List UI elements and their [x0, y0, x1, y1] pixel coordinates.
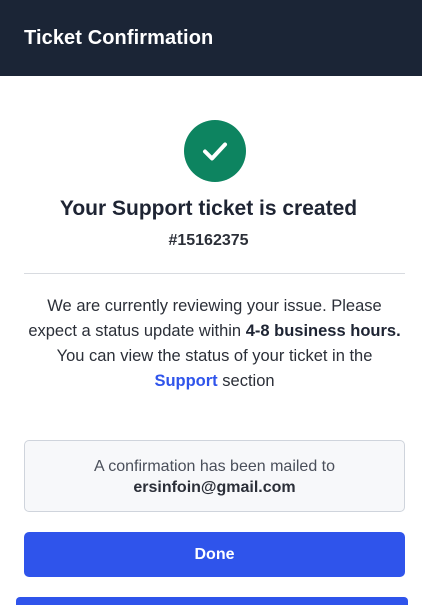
done-button[interactable]: Done	[24, 532, 405, 577]
ticket-number: #15162375	[168, 232, 249, 249]
eta-text: 4-8 business hours.	[245, 322, 401, 340]
header-title: Ticket Confirmation	[24, 26, 214, 49]
support-link[interactable]: Support	[154, 372, 217, 390]
checkmark-icon	[203, 142, 227, 161]
underlay-strip	[16, 597, 408, 605]
message-line2: You can view the status of your ticket i…	[56, 347, 373, 365]
confirmation-card: Your Support ticket is created #15162375…	[0, 76, 417, 597]
mail-notice-box: A confirmation has been mailed to ersinf…	[24, 440, 405, 512]
check-circle-icon	[184, 120, 246, 182]
header-bar: Ticket Confirmation	[0, 0, 422, 76]
status-message: We are currently reviewing your issue. P…	[24, 294, 405, 394]
divider	[24, 273, 405, 274]
message-line2-suffix: section	[217, 372, 275, 390]
confirmation-title: Your Support ticket is created	[59, 197, 358, 220]
mail-notice-text: A confirmation has been mailed to	[93, 458, 336, 475]
mail-notice-email: ersinfoin@gmail.com	[133, 479, 296, 496]
ticket-confirmation-page: Ticket Confirmation Your Support ticket …	[0, 0, 422, 605]
